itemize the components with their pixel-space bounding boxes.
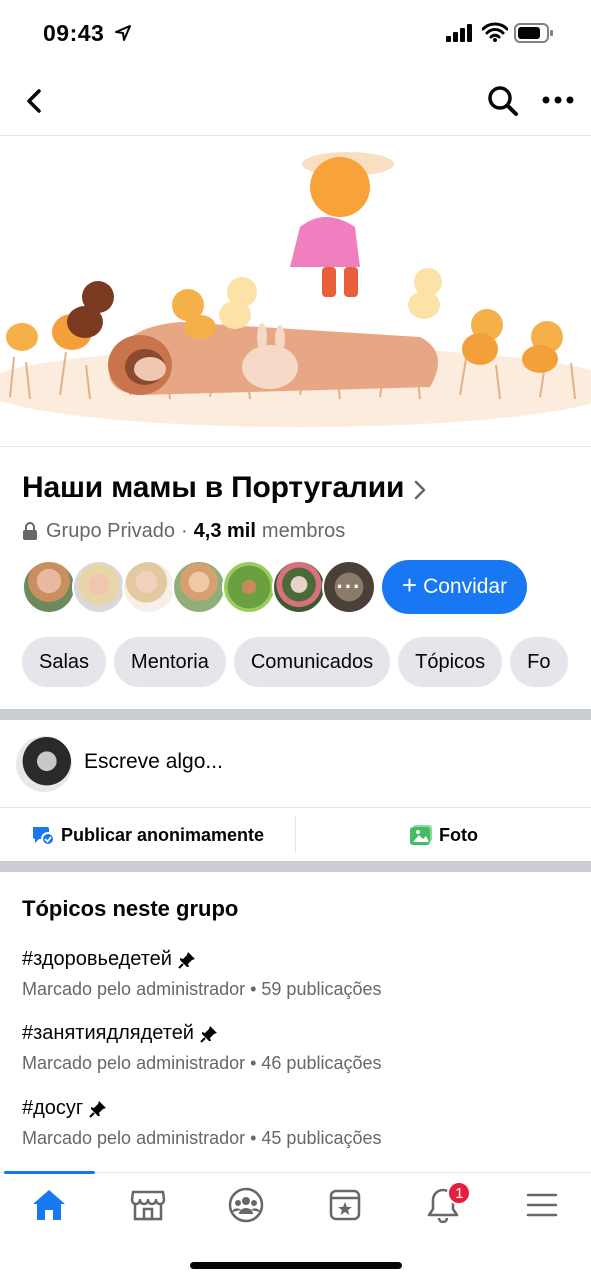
topic-item[interactable]: #здоровьедетей Marcado pelo administrado… (22, 948, 582, 1000)
meta-separator: · (180, 519, 188, 542)
photo-label: Foto (439, 824, 478, 845)
group-title-row[interactable]: Наши мамы в Португалии (22, 468, 582, 508)
cover-illustration (0, 152, 591, 427)
lock-icon (23, 522, 37, 540)
home-indicator (190, 1262, 402, 1269)
search-icon[interactable] (486, 84, 520, 118)
top-nav (0, 66, 591, 136)
group-cover-image[interactable] (0, 137, 591, 447)
composer-input[interactable]: Escreve algo... (84, 750, 223, 774)
marketplace-icon (130, 1190, 165, 1220)
chip-salas[interactable]: Salas (22, 637, 107, 687)
post-anonymously-label: Publicar anonimamente (60, 824, 265, 845)
topic-meta: Marcado pelo administrador • 45 publicaç… (22, 1128, 382, 1148)
tab-watch-favorites[interactable] (296, 1173, 395, 1236)
menu-icon (526, 1193, 557, 1216)
battery-icon (514, 23, 553, 43)
tab-marketplace[interactable] (99, 1173, 198, 1236)
groups-icon (229, 1187, 264, 1222)
user-avatar[interactable] (16, 736, 72, 792)
members-row[interactable]: ··· + Convidar (22, 558, 527, 616)
cellular-signal-icon (446, 24, 472, 42)
member-avatar[interactable] (172, 560, 226, 614)
pin-icon (89, 1100, 107, 1118)
back-icon[interactable] (20, 86, 50, 116)
post-actions: Publicar anonimamente Foto (0, 809, 591, 861)
member-count[interactable]: 4,3 mil (194, 520, 256, 543)
pin-icon (200, 1025, 217, 1043)
invite-label: Convidar (423, 575, 508, 598)
topics-title: Tópicos neste grupo (22, 896, 239, 921)
member-avatar[interactable] (72, 560, 126, 614)
section-divider (0, 709, 591, 720)
topic-meta: Marcado pelo administrador • 59 publicaç… (22, 979, 382, 999)
notification-badge: 1 (447, 1181, 472, 1205)
chevron-right-icon (414, 480, 426, 500)
members-label[interactable]: membros (262, 520, 345, 543)
member-avatar[interactable] (222, 560, 276, 614)
chip-more[interactable]: Fo (510, 637, 568, 687)
section-divider (0, 861, 591, 872)
more-members-dots: ··· (336, 574, 362, 599)
chip-mentoria[interactable]: Mentoria (114, 637, 226, 687)
topic-name[interactable]: #занятиядлядетей (22, 1022, 194, 1045)
topic-name[interactable]: #досуг (22, 1097, 83, 1120)
privacy-label: Grupo Privado (46, 519, 175, 542)
plus-icon: + (401, 570, 418, 600)
photo-icon (410, 825, 432, 845)
more-members-avatar[interactable]: ··· (322, 560, 376, 614)
status-time: 09:43 (43, 20, 105, 46)
status-bar: 09:43 (0, 0, 591, 66)
news-feed-star-icon (329, 1189, 360, 1220)
bottom-tab-bar: 1 (0, 1171, 591, 1236)
group-tabs-chips: Salas Mentoria Comunicados Tópicos Fo (22, 637, 591, 687)
topic-item[interactable]: #занятиядлядетей Marcado pelo administra… (22, 1022, 582, 1074)
chip-topicos[interactable]: Tópicos (398, 637, 503, 687)
group-title: Наши мамы в Португалии (22, 471, 405, 504)
post-anonymously-button[interactable]: Publicar anonimamente (0, 809, 295, 861)
member-avatar[interactable] (272, 560, 326, 614)
location-arrow-icon (115, 25, 131, 41)
more-options-icon[interactable] (540, 88, 576, 112)
topic-name[interactable]: #здоровьедетей (22, 948, 172, 971)
post-composer[interactable]: Escreve algo... (0, 720, 591, 808)
wifi-icon (482, 22, 508, 42)
topics-section: Tópicos neste grupo #здоровьедетей Marca… (0, 872, 591, 1172)
member-avatar[interactable] (22, 560, 76, 614)
tab-menu[interactable] (493, 1173, 591, 1236)
topic-item[interactable]: #досуг Marcado pelo administrador • 45 p… (22, 1097, 582, 1149)
photo-button[interactable]: Foto (296, 809, 591, 861)
member-avatar[interactable] (122, 560, 176, 614)
chip-comunicados[interactable]: Comunicados (233, 637, 391, 687)
tab-notifications[interactable]: 1 (394, 1173, 493, 1236)
group-meta: Grupo Privado · 4,3 mil membros (22, 516, 345, 546)
topic-meta: Marcado pelo administrador • 46 publicaç… (22, 1053, 382, 1073)
invite-button[interactable]: + Convidar (382, 560, 527, 614)
anonymous-post-icon (32, 827, 55, 846)
home-icon (33, 1189, 66, 1220)
tab-groups[interactable] (197, 1173, 296, 1236)
tab-home[interactable] (0, 1173, 99, 1236)
pin-icon (178, 951, 195, 969)
